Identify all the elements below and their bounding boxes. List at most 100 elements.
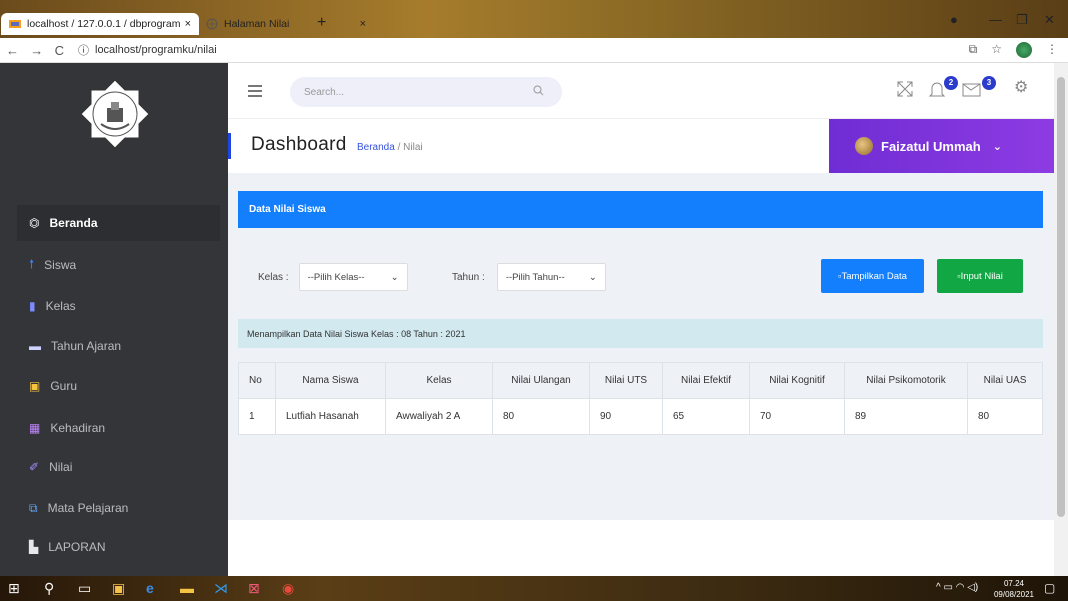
table-row: 1 Lutfiah Hasanah Awwaliyah 2 A 80 90 65…	[238, 398, 1043, 435]
address-bar: ← → C ⓘ localhost/programku/nilai ⧉ ☆ ⋮	[0, 38, 1068, 63]
tab-label: Halaman Nilai	[224, 18, 290, 30]
search-icon[interactable]	[533, 85, 544, 99]
mail-icon[interactable]	[962, 80, 982, 103]
bookmark-star-icon[interactable]: ☆	[991, 42, 1002, 58]
kelas-select-value: --Pilih Kelas--	[307, 271, 365, 283]
table-icon: ▦	[29, 421, 41, 435]
close-icon[interactable]: ×	[185, 18, 191, 30]
tab-label: localhost / 127.0.0.1 / dbprogram	[27, 18, 181, 30]
sidebar: ⏣ Beranda 🠕 Siswa ▮ Kelas ▬ Tahun Ajaran ▣ Gu…	[0, 63, 228, 576]
content-area: Data Nilai Siswa Kelas : --Pilih Kelas--…	[228, 173, 1054, 520]
sidebar-item-label: Guru	[50, 379, 78, 393]
sidebar-item-label: Nilai	[49, 460, 73, 474]
copy-icon: ⧉	[29, 500, 38, 515]
edge-icon[interactable]: e	[146, 580, 154, 596]
sidebar-item-label: Kelas	[45, 299, 76, 313]
tahun-filter: Tahun : --Pilih Tahun-- ⌄	[452, 263, 606, 291]
tahun-select[interactable]: --Pilih Tahun-- ⌄	[496, 263, 606, 291]
profile-icon[interactable]: ●	[950, 12, 958, 27]
settings-gear-icon[interactable]: ⚙	[1014, 77, 1028, 97]
chevron-down-icon: ⌄	[390, 271, 399, 283]
input-nilai-button[interactable]: ▫ Input Nilai	[937, 259, 1023, 293]
taskbar-clock[interactable]: 07.24 09/08/2021	[994, 578, 1034, 600]
windows-taskbar: ⊞ ⚲ ▭ ▣ e ▬ ⋊ ⊠ ◉ ^ ▭ ◠ ◁) 07.24 09/08/2…	[0, 576, 1068, 601]
profile-avatar[interactable]	[1016, 42, 1032, 58]
window-close-icon[interactable]: ✕	[1044, 12, 1055, 28]
breadcrumb-separator: /	[394, 142, 404, 153]
notification-center-icon[interactable]: ▢	[1044, 581, 1055, 595]
search-placeholder: Search...	[304, 86, 345, 98]
chevron-down-icon: ⌄	[992, 140, 1002, 153]
sidebar-item-guru[interactable]: ▣ Guru	[17, 368, 220, 404]
globe-icon	[206, 18, 218, 30]
clock-date: 09/08/2021	[993, 590, 1034, 599]
restore-icon[interactable]: ❐	[1016, 12, 1028, 28]
search-input[interactable]: Search...	[290, 77, 562, 107]
browser-tabbar: localhost / 127.0.0.1 / dbprogram × Hala…	[0, 0, 1068, 40]
column-header: Nilai UAS	[967, 362, 1043, 399]
close-icon[interactable]: ×	[360, 18, 366, 30]
hamburger-menu-icon[interactable]	[248, 85, 262, 100]
sidebar-item-kelas[interactable]: ▮ Kelas	[17, 288, 220, 324]
info-icon[interactable]: ⓘ	[78, 42, 89, 58]
sidebar-item-kehadiran[interactable]: ▦ Kehadiran	[17, 410, 220, 446]
back-icon[interactable]: ←	[6, 43, 19, 58]
forward-icon[interactable]: →	[30, 43, 43, 58]
menu-dots-icon[interactable]: ⋮	[1046, 42, 1058, 58]
new-tab-button[interactable]: +	[317, 13, 326, 33]
student-icon: 🠕	[29, 256, 35, 271]
store-icon[interactable]: ▣	[112, 580, 125, 597]
column-header: Kelas	[385, 362, 493, 399]
table-cell: Awwaliyah 2 A	[385, 398, 493, 435]
kelas-select[interactable]: --Pilih Kelas-- ⌄	[298, 263, 408, 291]
sidebar-item-label: Kehadiran	[50, 421, 106, 435]
breadcrumb-home[interactable]: Beranda	[357, 142, 395, 153]
column-header: Nilai Kognitif	[749, 362, 845, 399]
file-explorer-icon[interactable]: ▬	[180, 580, 194, 596]
sidebar-item-tahun-ajaran[interactable]: ▬ Tahun Ajaran	[17, 328, 220, 364]
column-header: Nilai Ulangan	[492, 362, 590, 399]
column-header: Nilai UTS	[589, 362, 663, 399]
browser-tab-nilai[interactable]: Halaman Nilai ×	[206, 13, 366, 35]
tahun-select-value: --Pilih Tahun--	[505, 271, 565, 283]
page-scrollbar[interactable]	[1054, 63, 1068, 576]
search-icon[interactable]: ⚲	[44, 580, 54, 597]
vscode-icon[interactable]: ⋊	[214, 580, 228, 597]
folder-icon: ▬	[29, 339, 41, 353]
column-header: No	[238, 362, 276, 399]
sidebar-item-mata-pelajaran[interactable]: ⧉ Mata Pelajaran	[17, 490, 220, 526]
table-cell: Lutfiah Hasanah	[275, 398, 386, 435]
column-header: Nilai Psikomotorik	[844, 362, 968, 399]
page-header: Dashboard Beranda / Nilai Faizatul Ummah…	[228, 119, 1054, 173]
phpmyadmin-icon	[9, 18, 21, 30]
sidebar-item-laporan[interactable]: ▙ LAPORAN	[17, 529, 220, 565]
sidebar-item-label: LAPORAN	[48, 540, 106, 554]
translate-icon[interactable]: ⧉	[969, 42, 978, 58]
sidebar-item-nilai[interactable]: ✐ Nilai	[17, 449, 220, 485]
sidebar-item-label: Beranda	[49, 216, 98, 230]
fullscreen-icon[interactable]	[896, 80, 914, 103]
teacher-icon: ▣	[29, 379, 41, 393]
user-menu[interactable]: Faizatul Ummah ⌄	[829, 119, 1054, 173]
windows-start-icon[interactable]: ⊞	[8, 580, 20, 597]
sidebar-item-beranda[interactable]: ⏣ Beranda	[17, 205, 220, 241]
card-title: Data Nilai Siswa	[238, 191, 1043, 228]
chevron-down-icon: ⌄	[588, 271, 597, 283]
table-cell: 90	[589, 398, 663, 435]
sidebar-item-label: Mata Pelajaran	[47, 501, 129, 515]
sidebar-item-siswa[interactable]: 🠕 Siswa	[17, 247, 220, 283]
xampp-icon[interactable]: ⊠	[248, 580, 260, 597]
dashboard-icon: ⏣	[29, 216, 40, 230]
tampilkan-data-button[interactable]: ▫ Tampilkan Data	[821, 259, 924, 293]
browser-tab-phpmyadmin[interactable]: localhost / 127.0.0.1 / dbprogram ×	[1, 13, 199, 35]
minimize-icon[interactable]: —	[989, 12, 1002, 27]
reload-icon[interactable]: C	[55, 43, 64, 58]
tray-icons[interactable]: ^ ▭ ◠ ◁)	[936, 582, 978, 593]
scrollbar-thumb[interactable]	[1057, 77, 1065, 517]
chrome-icon[interactable]: ◉	[282, 580, 294, 597]
url-field[interactable]: localhost/programku/nilai	[95, 44, 217, 56]
tahun-label: Tahun :	[452, 271, 485, 283]
task-view-icon[interactable]: ▭	[78, 580, 91, 597]
table-header-row: No Nama Siswa Kelas Nilai Ulangan Nilai …	[238, 362, 1043, 399]
column-header: Nilai Efektif	[662, 362, 750, 399]
